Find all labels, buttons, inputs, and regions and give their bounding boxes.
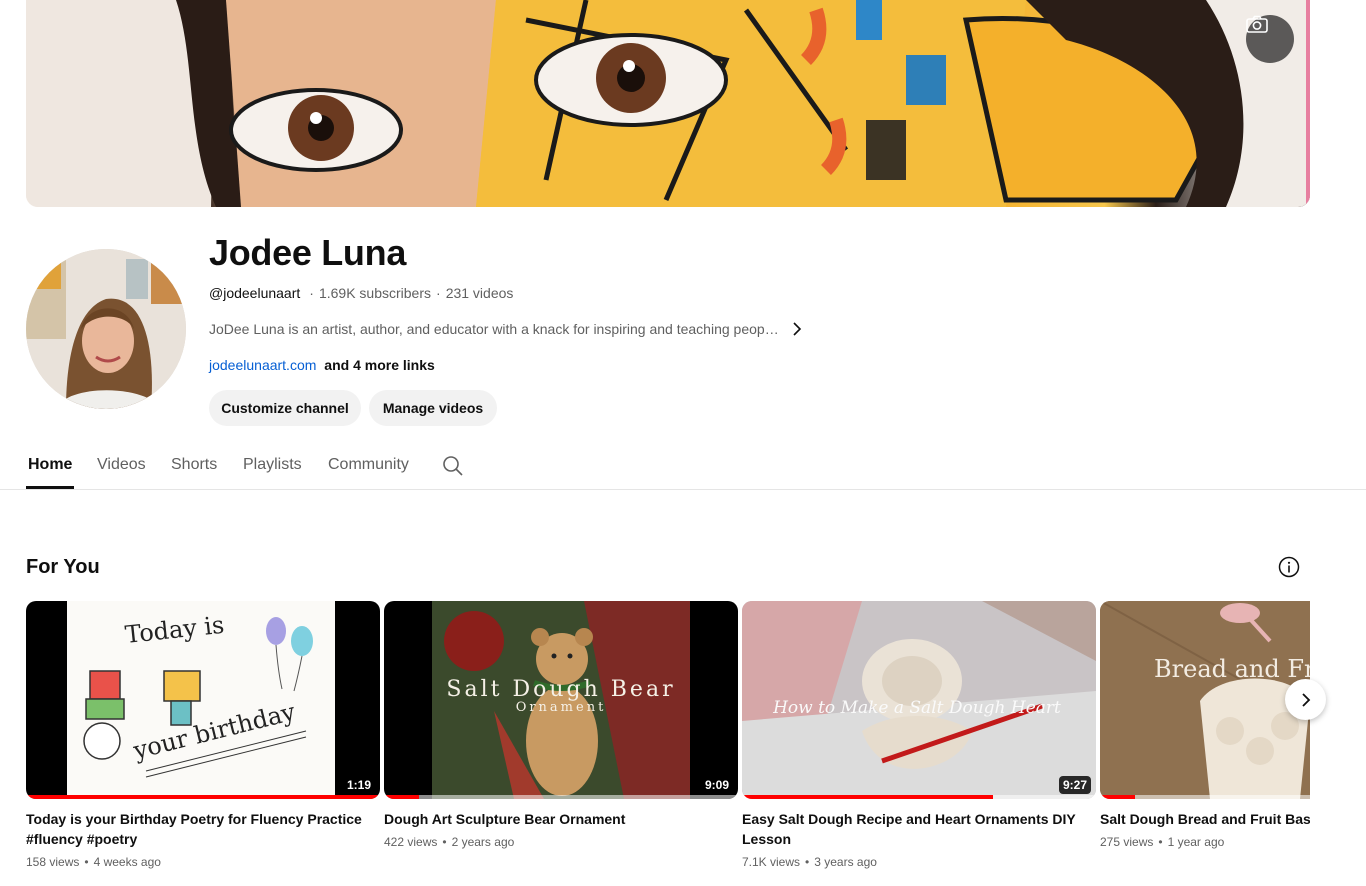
video-age: 1 year ago bbox=[1167, 835, 1225, 849]
meta-separator: • bbox=[1158, 835, 1163, 849]
thumbnail-image: Salt Dough Bear Ornament bbox=[432, 601, 690, 799]
video-card[interactable]: How to Make a Salt Dough Heart 9:27 Easy… bbox=[742, 601, 1096, 869]
tab-home[interactable]: Home bbox=[28, 456, 72, 474]
avatar-image bbox=[26, 249, 186, 409]
video-thumbnail[interactable]: Salt Dough Bear Ornament 9:09 bbox=[384, 601, 738, 799]
tab-videos[interactable]: Videos bbox=[97, 456, 146, 474]
meta-separator: • bbox=[84, 855, 89, 869]
tab-playlists[interactable]: Playlists bbox=[243, 456, 302, 474]
channel-name: Jodee Luna bbox=[209, 232, 407, 273]
channel-description[interactable]: JoDee Luna is an artist, author, and edu… bbox=[209, 321, 779, 337]
banner-artwork bbox=[26, 0, 1310, 207]
watch-progress bbox=[26, 795, 380, 799]
subscriber-count: 1.69K subscribers bbox=[318, 285, 432, 301]
progress-track bbox=[384, 795, 738, 799]
thumbnail-image: How to Make a Salt Dough Heart bbox=[742, 601, 1096, 799]
thumbnail-image: Today is your birthday bbox=[67, 601, 335, 799]
chevron-right-icon bbox=[793, 322, 802, 336]
camera-icon bbox=[1246, 15, 1268, 33]
channel-banner bbox=[26, 0, 1310, 207]
tab-community[interactable]: Community bbox=[328, 456, 409, 474]
channel-handle: @jodeelunaart bbox=[209, 285, 301, 301]
video-count: 231 videos bbox=[445, 285, 514, 301]
video-thumbnail[interactable]: Bread and Frui bbox=[1100, 601, 1310, 799]
watch-progress bbox=[384, 795, 420, 799]
video-thumbnail[interactable]: How to Make a Salt Dough Heart 9:27 bbox=[742, 601, 1096, 799]
video-meta: 7.1K views • 3 years ago bbox=[742, 855, 1096, 869]
thumb-text: How to Make a Salt Dough Heart bbox=[772, 698, 1061, 718]
thumb-text: Ornament bbox=[516, 700, 607, 715]
channel-avatar[interactable] bbox=[26, 249, 186, 409]
channel-tabs: Home Videos Shorts Playlists Community bbox=[0, 440, 1366, 490]
description-more-button[interactable] bbox=[786, 318, 808, 340]
channel-links: jodeelunaart.com and 4 more links bbox=[209, 357, 435, 373]
video-views: 422 views bbox=[384, 835, 438, 849]
customize-channel-button[interactable]: Customize channel bbox=[209, 390, 361, 426]
for-you-shelf: Today is your birthday 1:19 Today is you… bbox=[26, 601, 1310, 886]
tab-shorts[interactable]: Shorts bbox=[171, 456, 217, 474]
info-button[interactable] bbox=[1278, 556, 1300, 578]
manage-videos-button[interactable]: Manage videos bbox=[369, 390, 497, 426]
search-icon bbox=[443, 456, 463, 476]
video-age: 2 years ago bbox=[451, 835, 515, 849]
shelf-next-button[interactable] bbox=[1285, 679, 1326, 720]
video-card[interactable]: Bread and Frui Salt Dough Bread and Frui… bbox=[1100, 601, 1310, 849]
search-channel-button[interactable] bbox=[442, 455, 464, 477]
more-links-button[interactable]: and 4 more links bbox=[324, 357, 434, 373]
video-age: 3 years ago bbox=[814, 855, 877, 869]
chevron-right-icon bbox=[1301, 692, 1310, 707]
thumb-text: Salt Dough Bear bbox=[446, 677, 675, 702]
video-thumbnail[interactable]: Today is your birthday 1:19 bbox=[26, 601, 380, 799]
video-views: 158 views bbox=[26, 855, 80, 869]
video-meta: 422 views • 2 years ago bbox=[384, 835, 738, 849]
video-duration: 9:27 bbox=[1058, 776, 1091, 794]
video-views: 275 views bbox=[1100, 835, 1154, 849]
active-tab-indicator bbox=[26, 486, 74, 489]
video-age: 4 weeks ago bbox=[93, 855, 161, 869]
video-title[interactable]: Dough Art Sculpture Bear Ornament bbox=[384, 809, 724, 829]
video-card[interactable]: Salt Dough Bear Ornament 9:09 Dough Art … bbox=[384, 601, 738, 849]
video-title[interactable]: Today is your Birthday Poetry for Fluenc… bbox=[26, 809, 366, 849]
video-meta: 275 views • 1 year ago bbox=[1100, 835, 1310, 849]
info-icon bbox=[1278, 556, 1300, 578]
video-title[interactable]: Salt Dough Bread and Fruit Baske bbox=[1100, 809, 1310, 829]
thumbnail-image: Bread and Frui bbox=[1100, 601, 1310, 799]
section-title: For You bbox=[26, 556, 100, 578]
watch-progress bbox=[742, 795, 994, 799]
meta-separator: • bbox=[805, 855, 810, 869]
video-duration: 1:19 bbox=[342, 776, 375, 794]
video-card[interactable]: Today is your birthday 1:19 Today is you… bbox=[26, 601, 380, 869]
edit-banner-button[interactable] bbox=[1246, 15, 1294, 63]
meta-separator: • bbox=[442, 835, 447, 849]
video-views: 7.1K views bbox=[742, 855, 801, 869]
meta-separator: · bbox=[309, 285, 314, 301]
channel-website-link[interactable]: jodeelunaart.com bbox=[209, 357, 316, 373]
thumb-text: Bread and Frui bbox=[1154, 655, 1310, 683]
watch-progress bbox=[1100, 795, 1136, 799]
video-duration: 9:09 bbox=[700, 776, 733, 794]
meta-separator: · bbox=[436, 285, 441, 301]
video-meta: 158 views • 4 weeks ago bbox=[26, 855, 380, 869]
video-title[interactable]: Easy Salt Dough Recipe and Heart Ornamen… bbox=[742, 809, 1082, 849]
channel-meta: @jodeelunaart · 1.69K subscribers · 231 … bbox=[209, 285, 513, 301]
